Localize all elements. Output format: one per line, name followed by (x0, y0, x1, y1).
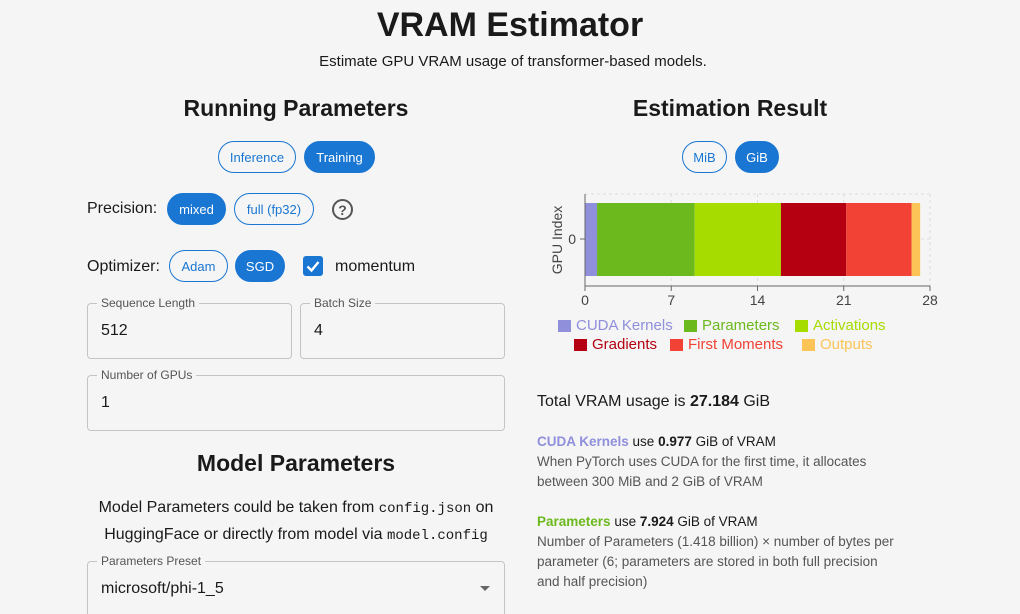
mode-training-button[interactable]: Training (304, 141, 375, 173)
number-of-gpus-value[interactable]: 1 (101, 394, 110, 412)
parameters-desc-1: Number of Parameters (1.418 billion) × n… (537, 534, 894, 549)
sequence-length-field[interactable]: Sequence Length 512 (87, 296, 292, 359)
number-of-gpus-field[interactable]: Number of GPUs 1 (87, 368, 505, 431)
parameters-preset-label: Parameters Preset (97, 554, 206, 568)
parameters-info: Parameters use 7.924 GiB of VRAM Number … (537, 512, 937, 592)
parameters-preset-select[interactable]: Parameters Preset microsoft/phi-1_5 (87, 554, 505, 614)
unit-mib-button[interactable]: MiB (682, 141, 727, 173)
legend-item-first-moments: First Moments (670, 336, 783, 353)
batch-size-value[interactable]: 4 (314, 322, 323, 340)
bar-segment-outputs (911, 203, 921, 276)
bar-segment-first-moments (846, 203, 912, 276)
cuda-kernels-desc-1: When PyTorch uses CUDA for the first tim… (537, 454, 867, 469)
bar-segment-activations (694, 203, 781, 276)
cuda-kernels-info: CUDA Kernels use 0.977 GiB of VRAM When … (537, 432, 937, 492)
batch-size-field[interactable]: Batch Size 4 (300, 296, 505, 359)
legend-item-activations: Activations (795, 317, 886, 334)
estimation-result-title: Estimation Result (632, 95, 828, 121)
unit-gib-button[interactable]: GiB (735, 141, 779, 173)
bar-segment-gradients (780, 203, 847, 276)
momentum-label: momentum (335, 258, 416, 275)
app-subtitle: Estimate GPU VRAM usage of transformer-b… (319, 53, 707, 70)
dropdown-arrow-icon[interactable] (480, 586, 490, 591)
y-tick-label: 0 (568, 231, 576, 247)
legend-item-gradients: Gradients (574, 336, 657, 353)
legend-item-outputs: Outputs (802, 336, 873, 353)
parameters-desc-3: and half precision) (537, 574, 648, 589)
help-icon[interactable]: ? (332, 199, 353, 220)
precision-full-button[interactable]: full (fp32) (234, 193, 314, 225)
precision-label: Precision: (87, 200, 158, 217)
total-vram-text: Total VRAM usage is 27.184 GiB (537, 393, 771, 410)
mode-inference-button[interactable]: Inference (218, 141, 296, 173)
cuda-kernels-desc-2: between 300 MiB and 2 GiB of VRAM (537, 474, 763, 489)
y-axis-label: GPU Index (549, 206, 565, 274)
optimizer-adam-button[interactable]: Adam (169, 250, 228, 282)
sequence-length-value[interactable]: 512 (101, 322, 128, 340)
x-tick-label: 0 (581, 292, 589, 308)
x-tick-label: 28 (922, 292, 938, 308)
check-icon (306, 261, 320, 273)
parameters-preset-value[interactable]: microsoft/phi-1_5 (101, 580, 224, 598)
cuda-kernels-value: 0.977 (658, 434, 692, 449)
running-parameters-title: Running Parameters (183, 95, 409, 121)
legend-item-parameters: Parameters (684, 317, 780, 334)
app-title: VRAM Estimator (376, 6, 644, 44)
total-vram-value: 27.184 (689, 393, 739, 410)
momentum-checkbox[interactable] (303, 256, 323, 276)
number-of-gpus-label: Number of GPUs (97, 368, 197, 382)
parameters-desc-2: parameter (6; parameters are stored in b… (537, 554, 878, 569)
cuda-kernels-name: CUDA Kernels (537, 434, 629, 449)
optimizer-sgd-button[interactable]: SGD (235, 250, 285, 282)
legend-item-cuda-kernels: CUDA Kernels (558, 317, 673, 334)
parameters-value: 7.924 (639, 514, 674, 529)
x-tick-label: 7 (667, 292, 675, 308)
bar-segment-cuda-kernels (585, 203, 598, 276)
model-parameters-title: Model Parameters (196, 450, 396, 476)
parameters-name: Parameters (537, 514, 611, 529)
bar-segment-parameters (597, 203, 695, 276)
model-config-code: model.config (386, 528, 488, 544)
sequence-length-label: Sequence Length (97, 296, 200, 310)
model-description: Model Parameters could be taken from con… (98, 499, 494, 544)
vram-chart: 0 7 14 21 280GPU Index (549, 193, 938, 308)
x-tick-label: 21 (836, 292, 852, 308)
precision-mixed-button[interactable]: mixed (167, 193, 226, 225)
config-json-code: config.json (378, 501, 472, 517)
x-tick-label: 14 (750, 292, 766, 308)
optimizer-label: Optimizer: (87, 258, 160, 275)
batch-size-label: Batch Size (310, 296, 376, 310)
